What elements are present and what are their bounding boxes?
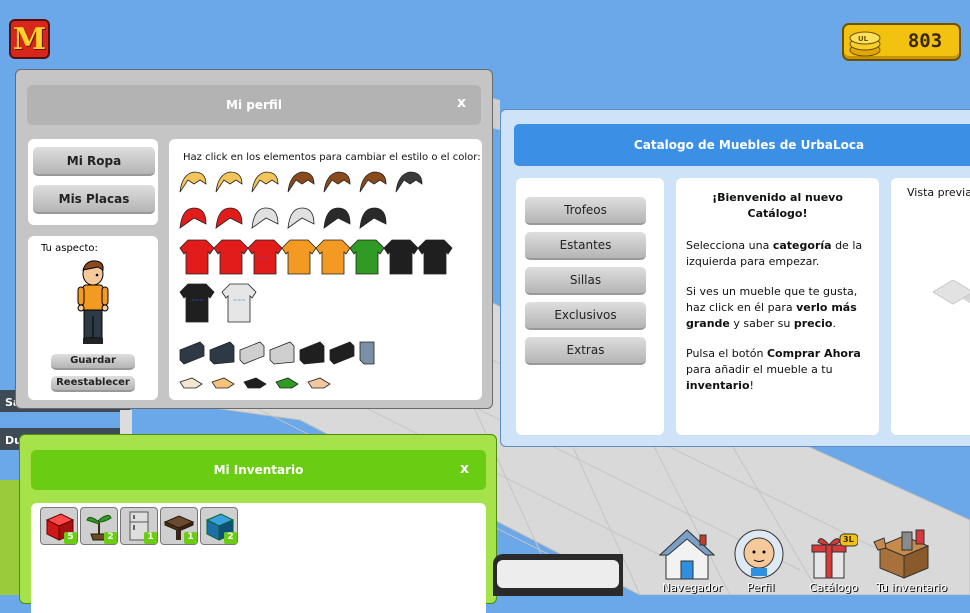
welcome-paragraph-2: Si ves un mueble que te gusta, haz click… bbox=[686, 285, 858, 330]
inventory-item-red-cube[interactable]: 5 bbox=[40, 507, 78, 545]
save-look-button[interactable]: Guardar bbox=[51, 354, 135, 370]
chat-input[interactable] bbox=[497, 560, 619, 588]
hair-options-row-1[interactable] bbox=[178, 168, 428, 198]
category-estantes-button[interactable]: Estantes bbox=[525, 232, 646, 260]
catalog-badge: 3L bbox=[843, 535, 854, 544]
preview-tile-icon bbox=[933, 280, 970, 305]
pants-options-row[interactable] bbox=[178, 338, 388, 366]
hair-options-row-2[interactable] bbox=[178, 204, 428, 234]
category-extras-button[interactable]: Extras bbox=[525, 337, 646, 365]
profile-titlebar[interactable]: Mi perfil bbox=[27, 85, 481, 125]
svg-text:UL: UL bbox=[858, 35, 869, 43]
inventory-item-table[interactable]: 1 bbox=[160, 507, 198, 545]
shirt-options-row-2[interactable]: ~~~ ~~~ bbox=[178, 282, 268, 326]
dock-profile-label[interactable]: Perfil bbox=[747, 581, 775, 594]
shoes-options-row[interactable] bbox=[178, 374, 378, 392]
coin-amount: 803 bbox=[907, 30, 943, 52]
look-label: Tu aspecto: bbox=[41, 243, 98, 254]
catalog-window: Catalogo de Muebles de UrbaLoca Trofeos … bbox=[500, 109, 970, 447]
profile-face-icon[interactable] bbox=[733, 528, 785, 580]
item-count: 5 bbox=[64, 532, 77, 544]
tab-mis-placas[interactable]: Mis Placas bbox=[33, 185, 155, 214]
welcome-paragraph-1: Selecciona una categoría de la izquierda… bbox=[686, 239, 863, 268]
item-count: 2 bbox=[104, 532, 117, 544]
dock-navigator-label[interactable]: Navegador bbox=[662, 581, 722, 594]
dock-catalog-label[interactable]: Catálogo bbox=[809, 581, 858, 594]
catalog-titlebar[interactable]: Catalogo de Muebles de UrbaLoca bbox=[514, 124, 970, 166]
inventory-title: Mi Inventario bbox=[213, 463, 304, 477]
svg-text:~~~: ~~~ bbox=[233, 298, 246, 304]
reset-look-button[interactable]: Reestablecer bbox=[51, 376, 135, 392]
item-count: 1 bbox=[144, 532, 157, 544]
dock-inventory-label[interactable]: Tu inventario bbox=[876, 581, 947, 594]
inventory-item-fridge[interactable]: 1 bbox=[120, 507, 158, 545]
chat-bar bbox=[493, 554, 623, 596]
category-exclusivos-button[interactable]: Exclusivos bbox=[525, 302, 646, 330]
clothes-hint: Haz click en los elementos para cambiar … bbox=[183, 152, 481, 163]
inventory-close-button[interactable]: x bbox=[460, 461, 469, 477]
tab-mi-ropa[interactable]: Mi Ropa bbox=[33, 147, 155, 176]
welcome-heading: ¡Bienvenido al nuevo Catálogo! bbox=[712, 191, 843, 220]
category-trofeos-button[interactable]: Trofeos bbox=[525, 197, 646, 225]
profile-window: Mi perfil x Mi Ropa Mis Placas Tu aspect… bbox=[15, 69, 493, 409]
profile-title: Mi perfil bbox=[226, 98, 282, 112]
inventory-box-icon[interactable] bbox=[872, 526, 936, 580]
coin-counter: UL 803 bbox=[842, 23, 961, 61]
app-logo[interactable]: M bbox=[9, 19, 50, 59]
coin-stack-icon: UL bbox=[849, 31, 881, 57]
profile-close-button[interactable]: x bbox=[457, 95, 466, 111]
svg-text:~~~: ~~~ bbox=[258, 256, 271, 262]
shirt-options-row-1[interactable]: ~~~ bbox=[178, 238, 468, 278]
inventory-item-blue-cube[interactable]: 2 bbox=[200, 507, 238, 545]
inventory-item-plant[interactable]: 2 bbox=[80, 507, 118, 545]
catalog-welcome-text: ¡Bienvenido al nuevo Catálogo! Seleccion… bbox=[686, 190, 869, 408]
category-sillas-button[interactable]: Sillas bbox=[525, 267, 646, 295]
welcome-paragraph-3: Pulsa el botón Comprar Ahora para añadir… bbox=[686, 347, 861, 392]
inventory-titlebar[interactable]: Mi Inventario bbox=[31, 450, 486, 490]
item-count: 1 bbox=[184, 532, 197, 544]
catalog-title: Catalogo de Muebles de UrbaLoca bbox=[633, 138, 865, 152]
room-menu-arrow-icon[interactable] bbox=[120, 410, 132, 436]
svg-text:~~~: ~~~ bbox=[191, 298, 204, 304]
item-count: 2 bbox=[224, 532, 237, 544]
house-icon[interactable] bbox=[658, 527, 716, 581]
inventory-window: Mi Inventario x 5 2 1 1 2 bbox=[19, 434, 497, 613]
preview-label: Vista previa d bbox=[907, 186, 970, 199]
avatar bbox=[77, 260, 109, 344]
